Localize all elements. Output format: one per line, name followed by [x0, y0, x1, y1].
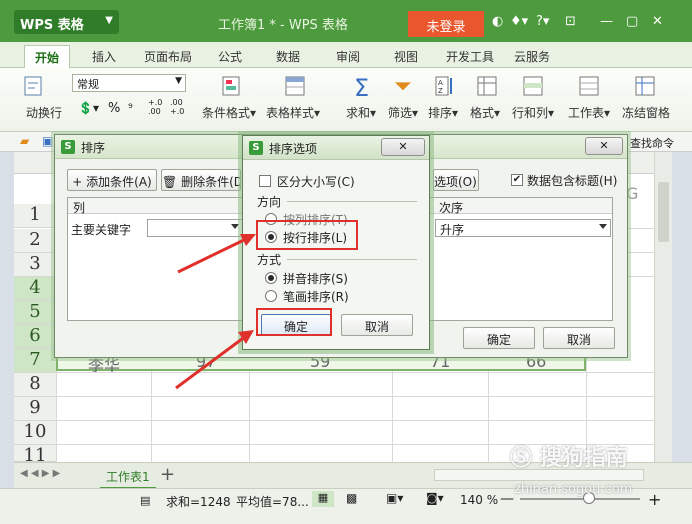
arrow-line — [177, 236, 249, 274]
watermark-logo: Ⓢ 搜狗指南 — [510, 440, 628, 472]
arrow-line — [175, 334, 247, 390]
watermark-text: 搜狗指南 — [539, 446, 628, 471]
sogou-icon: Ⓢ — [510, 446, 533, 471]
watermark-url: zhinan.sogou.com — [514, 482, 633, 497]
